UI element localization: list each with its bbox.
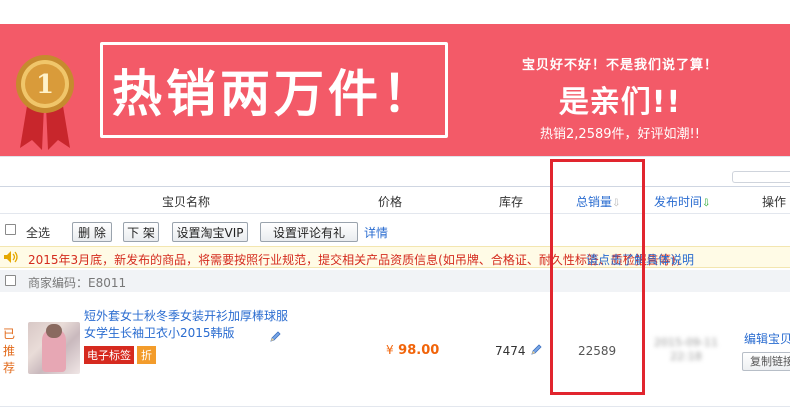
- edit-stock-pencil-icon[interactable]: [529, 343, 543, 357]
- column-name: 宝贝名称: [162, 195, 211, 209]
- set-vip-button[interactable]: 设置淘宝VIP: [172, 222, 248, 242]
- set-review-gift-button[interactable]: 设置评论有礼: [260, 222, 358, 242]
- page: 1 热销两万件！ 宝贝好不好！不是我们说了算！ 是亲们!! 热销2,2589件，…: [0, 0, 790, 414]
- publish-time-blurred: 2015-09-11 22:18: [654, 336, 718, 363]
- currency-symbol: ¥: [386, 343, 394, 357]
- table-row: 已推荐 短外套女士秋冬季女装开衫加厚棒球服女学生长袖卫衣小2015韩版 电子标签…: [0, 294, 790, 406]
- recommended-badge: 已推荐: [3, 327, 16, 375]
- product-thumbnail[interactable]: [28, 322, 80, 374]
- edit-title-pencil-icon[interactable]: [268, 330, 282, 344]
- column-stock: 库存: [499, 195, 524, 209]
- merchant-code-row: 商家编码：E8011: [0, 270, 790, 292]
- column-publish-time[interactable]: 发布时间⇩: [654, 193, 710, 210]
- slogan-line-1: 宝贝好不好！不是我们说了算！: [521, 58, 718, 73]
- e-label-tag: 电子标签: [84, 346, 134, 364]
- product-price: ¥ 98.00: [386, 343, 439, 358]
- row-checkbox[interactable]: [5, 275, 16, 286]
- speaker-icon: [4, 251, 18, 263]
- select-all-label: 全选: [26, 226, 51, 240]
- delete-button[interactable]: 删 除: [72, 222, 112, 242]
- price-value: 98.00: [398, 343, 440, 358]
- search-box-edge[interactable]: [732, 171, 790, 183]
- sort-down-active-icon: ⇩: [702, 198, 711, 209]
- hero-box: 热销两万件！: [100, 42, 448, 138]
- product-stock: 7474: [495, 344, 526, 358]
- medal-number: 1: [36, 70, 54, 100]
- edit-product-link[interactable]: 编辑宝贝: [744, 330, 790, 347]
- notice-bar: 2015年3月底，新发布的商品，将需要按照行业规范，提交相关产品资质信息(如吊牌…: [0, 246, 790, 268]
- merchant-code: 商家编码：E8011: [28, 276, 127, 290]
- slogan-line-2: 是亲们!!: [558, 85, 682, 120]
- product-tags: 电子标签 折: [84, 346, 156, 364]
- top-strip: [0, 156, 790, 186]
- gold-medal-icon: 1: [16, 55, 74, 150]
- column-price: 价格: [378, 195, 403, 209]
- slogan: 宝贝好不好！不是我们说了算！ 是亲们!! 热销2,2589件，好评如潮!!: [490, 54, 750, 142]
- column-publish-time-label: 发布时间: [654, 195, 703, 209]
- hero-title: 热销两万件！: [112, 65, 436, 123]
- bulk-toolbar: 全选 删 除 下 架 设置淘宝VIP 设置评论有礼 详情: [0, 218, 790, 244]
- product-title-link[interactable]: 短外套女士秋冬季女装开衫加厚棒球服女学生长袖卫衣小2015韩版: [84, 308, 292, 342]
- promo-banner: 1 热销两万件！ 宝贝好不好！不是我们说了算！ 是亲们!! 热销2,2589件，…: [0, 24, 790, 156]
- thumbnail-head: [46, 324, 62, 338]
- slogan-line-3: 热销2,2589件，好评如潮!!: [540, 127, 700, 142]
- discount-tag: 折: [137, 346, 156, 364]
- table-header: 宝贝名称 价格 库存 总销量⇩ 发布时间⇩ 操作: [0, 186, 790, 214]
- select-all-checkbox[interactable]: [5, 224, 16, 235]
- column-action: 操作: [762, 195, 787, 209]
- details-link[interactable]: 详情: [364, 224, 388, 241]
- delist-button[interactable]: 下 架: [123, 222, 159, 242]
- sales-highlight-box: [550, 159, 645, 395]
- row-divider: [0, 406, 790, 407]
- copy-link-button[interactable]: 复制链接: [742, 352, 790, 371]
